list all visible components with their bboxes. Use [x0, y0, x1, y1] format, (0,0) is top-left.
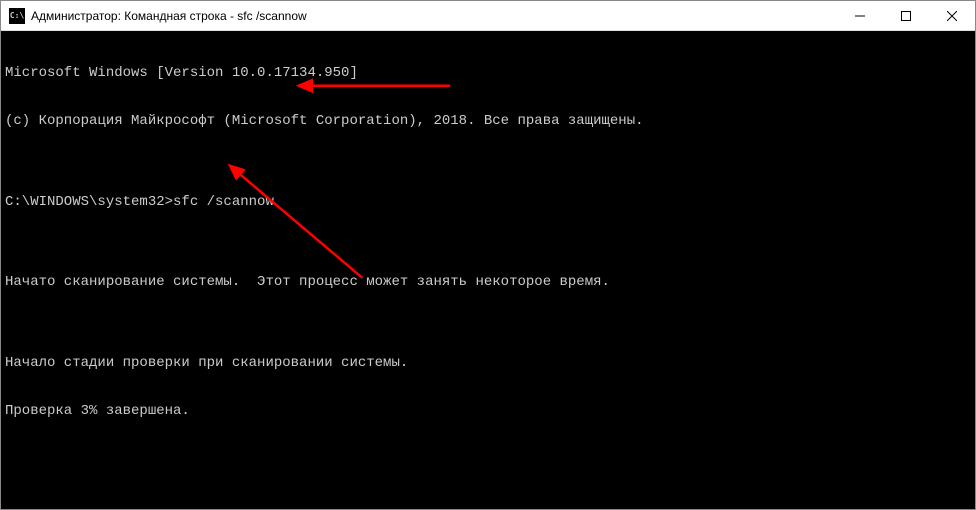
minimize-button[interactable] — [837, 1, 883, 30]
terminal-line: Проверка 3% завершена. — [5, 403, 971, 419]
arrow-2 — [239, 173, 362, 278]
cmd-icon: C:\ — [9, 8, 25, 24]
terminal-line: (c) Корпорация Майкрософт (Microsoft Cor… — [5, 113, 971, 129]
maximize-button[interactable] — [883, 1, 929, 30]
titlebar-title: Администратор: Командная строка - sfc /s… — [31, 9, 837, 23]
close-button[interactable] — [929, 1, 975, 30]
titlebar-controls — [837, 1, 975, 30]
terminal-output[interactable]: Microsoft Windows [Version 10.0.17134.95… — [1, 31, 975, 509]
terminal-line: Microsoft Windows [Version 10.0.17134.95… — [5, 65, 971, 81]
annotation-arrows — [1, 31, 975, 509]
terminal-line: C:\WINDOWS\system32>sfc /scannow — [5, 194, 971, 210]
titlebar[interactable]: C:\ Администратор: Командная строка - sf… — [1, 1, 975, 31]
terminal-line: Начато сканирование системы. Этот процес… — [5, 274, 971, 290]
command-prompt-window: C:\ Администратор: Командная строка - sf… — [0, 0, 976, 510]
terminal-line: Начало стадии проверки при сканировании … — [5, 355, 971, 371]
